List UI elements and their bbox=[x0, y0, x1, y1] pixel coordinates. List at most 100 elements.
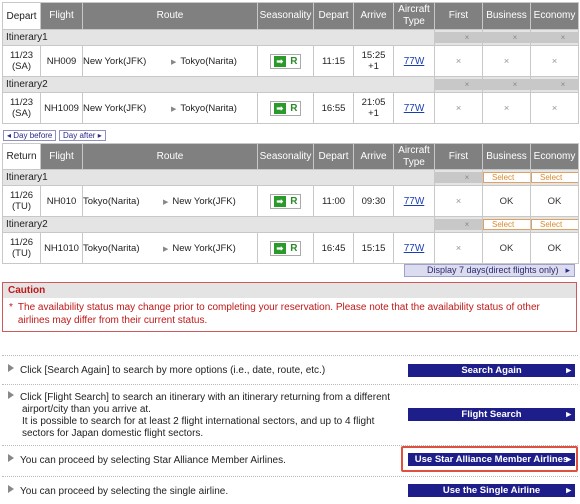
option-star-alliance: You can proceed by selecting Star Allian… bbox=[8, 454, 398, 467]
itinerary-label: Itinerary1 bbox=[2, 29, 435, 46]
highlight-box bbox=[401, 446, 578, 472]
option-flight-search: Click [Flight Search] to search an itine… bbox=[8, 391, 403, 440]
aircraft-type-header: Aircraft Type bbox=[393, 143, 435, 170]
arrow-right-icon: ➡ bbox=[273, 195, 287, 207]
first-header: First bbox=[434, 2, 483, 30]
caution-box: Caution * The availability status may cha… bbox=[2, 282, 577, 332]
economy-status: × bbox=[530, 45, 579, 77]
route-cell: Tokyo(Narita) ▶ New York(JFK) bbox=[82, 232, 258, 264]
seasonality-badge[interactable]: ➡ R bbox=[269, 100, 302, 116]
option-search-again: Click [Search Again] to search by more o… bbox=[8, 364, 398, 377]
route-destination: New York(JFK) bbox=[172, 242, 236, 254]
route-destination: Tokyo(Narita) bbox=[180, 102, 237, 114]
route-header: Route bbox=[82, 143, 258, 170]
economy-status: OK bbox=[530, 185, 579, 217]
business-select-disabled: × bbox=[483, 79, 530, 90]
first-select-disabled: × bbox=[435, 32, 482, 43]
first-status: × bbox=[434, 185, 483, 217]
arrive-time: 21:05 +1 bbox=[353, 92, 394, 124]
day-after-label: Day after bbox=[63, 131, 96, 140]
season-code: R bbox=[290, 55, 298, 67]
route-cell: New York(JFK) ▶ Tokyo(Narita) bbox=[82, 45, 258, 77]
first-status: × bbox=[434, 232, 483, 264]
asterisk-icon: * bbox=[9, 302, 13, 313]
route-origin: New York(JFK) bbox=[83, 102, 147, 114]
caution-text: The availability status may change prior… bbox=[17, 302, 540, 326]
business-header: Business bbox=[482, 143, 531, 170]
route-cell: New York(JFK) ▶ Tokyo(Narita) bbox=[82, 92, 258, 124]
arrive-header: Arrive bbox=[353, 2, 394, 30]
economy-select-button[interactable]: Select bbox=[531, 172, 578, 183]
business-status: OK bbox=[482, 232, 531, 264]
route-cell: Tokyo(Narita) ▶ New York(JFK) bbox=[82, 185, 258, 217]
arrow-right-icon: ➡ bbox=[273, 242, 287, 254]
flight-date: 11/26 (TU) bbox=[2, 232, 41, 264]
return-table: Return Flight Route Seasonality Depart A… bbox=[2, 143, 579, 264]
first-header: First bbox=[434, 143, 483, 170]
caution-title: Caution bbox=[3, 283, 576, 298]
flight-row: 11/26 (TU) NH010 Tokyo(Narita) ▶ New York(… bbox=[2, 185, 579, 217]
aircraft-type-link[interactable]: 77W bbox=[404, 196, 425, 207]
route-origin: Tokyo(Narita) bbox=[83, 242, 140, 254]
depart-time-header: Depart bbox=[313, 143, 354, 170]
flight-row: 11/26 (TU) NH1010 Tokyo(Narita) ▶ New York… bbox=[2, 232, 579, 264]
return-header: Return bbox=[2, 143, 41, 170]
caution-text-row: * The availability status may change prio… bbox=[3, 298, 576, 330]
option-text: You can proceed by selecting the single … bbox=[20, 486, 229, 497]
divider bbox=[2, 355, 578, 356]
economy-select-button[interactable]: Select bbox=[531, 219, 578, 230]
arrive-time: 09:30 bbox=[353, 185, 394, 217]
depart-header: Depart bbox=[2, 2, 41, 30]
seasonality-badge[interactable]: ➡ R bbox=[269, 53, 302, 69]
day-before-label: Day before bbox=[13, 131, 53, 140]
flight-row: 11/23 (SA) NH1009 New York(JFK) ▶ Tokyo(Na… bbox=[2, 92, 579, 124]
flight-row: 11/23 (SA) NH009 New York(JFK) ▶ Tokyo(Nar… bbox=[2, 45, 579, 77]
flight-date: 11/23 (SA) bbox=[2, 92, 41, 124]
aircraft-type-link[interactable]: 77W bbox=[404, 243, 425, 254]
first-status: × bbox=[434, 92, 483, 124]
seasonality-badge[interactable]: ➡ R bbox=[269, 240, 302, 256]
bullet-arrow-icon bbox=[8, 364, 14, 372]
economy-status: OK bbox=[530, 232, 579, 264]
economy-status: × bbox=[530, 92, 579, 124]
flight-header: Flight bbox=[40, 143, 83, 170]
first-status: × bbox=[434, 45, 483, 77]
flight-number: NH009 bbox=[40, 45, 83, 77]
arrow-right-icon: ➡ bbox=[273, 55, 287, 67]
depart-time: 16:55 bbox=[313, 92, 354, 124]
business-status: OK bbox=[482, 185, 531, 217]
business-select-button[interactable]: Select bbox=[483, 219, 530, 230]
economy-header: Economy bbox=[530, 2, 579, 30]
flight-search-button[interactable]: Flight Search bbox=[408, 408, 575, 421]
day-after-button[interactable]: Day after ▸ bbox=[59, 130, 106, 141]
economy-header: Economy bbox=[530, 143, 579, 170]
flight-number: NH1009 bbox=[40, 92, 83, 124]
depart-time: 11:15 bbox=[313, 45, 354, 77]
flight-number: NH1010 bbox=[40, 232, 83, 264]
depart-table: Depart Flight Route Seasonality Depart A… bbox=[2, 2, 579, 124]
business-header: Business bbox=[482, 2, 531, 30]
aircraft-type-header: Aircraft Type bbox=[393, 2, 435, 30]
option-single-airline: You can proceed by selecting the single … bbox=[8, 485, 398, 498]
arrive-time: 15:15 bbox=[353, 232, 394, 264]
depart-time-header: Depart bbox=[313, 2, 354, 30]
use-single-airline-button[interactable]: Use the Single Airline bbox=[408, 484, 575, 497]
depart-time: 11:00 bbox=[313, 185, 354, 217]
first-select-disabled: × bbox=[435, 219, 482, 230]
aircraft-type-link[interactable]: 77W bbox=[404, 103, 425, 114]
business-status: × bbox=[482, 92, 531, 124]
aircraft-type-link[interactable]: 77W bbox=[404, 56, 425, 67]
route-origin: New York(JFK) bbox=[83, 55, 147, 67]
arrow-right-icon: ➡ bbox=[273, 102, 287, 114]
display-7-days-button[interactable]: Display 7 days(direct flights only) bbox=[404, 264, 575, 277]
seasonality-header: Seasonality bbox=[257, 143, 314, 170]
route-origin: Tokyo(Narita) bbox=[83, 195, 140, 207]
day-before-button[interactable]: ◂ Day before bbox=[3, 130, 57, 141]
search-again-button[interactable]: Search Again bbox=[408, 364, 575, 377]
business-select-button[interactable]: Select bbox=[483, 172, 530, 183]
seasonality-badge[interactable]: ➡ R bbox=[269, 193, 302, 209]
flight-date: 11/23 (SA) bbox=[2, 45, 41, 77]
depart-time: 16:45 bbox=[313, 232, 354, 264]
divider bbox=[2, 384, 578, 385]
option-text: Click [Flight Search] to search an itine… bbox=[20, 392, 390, 439]
